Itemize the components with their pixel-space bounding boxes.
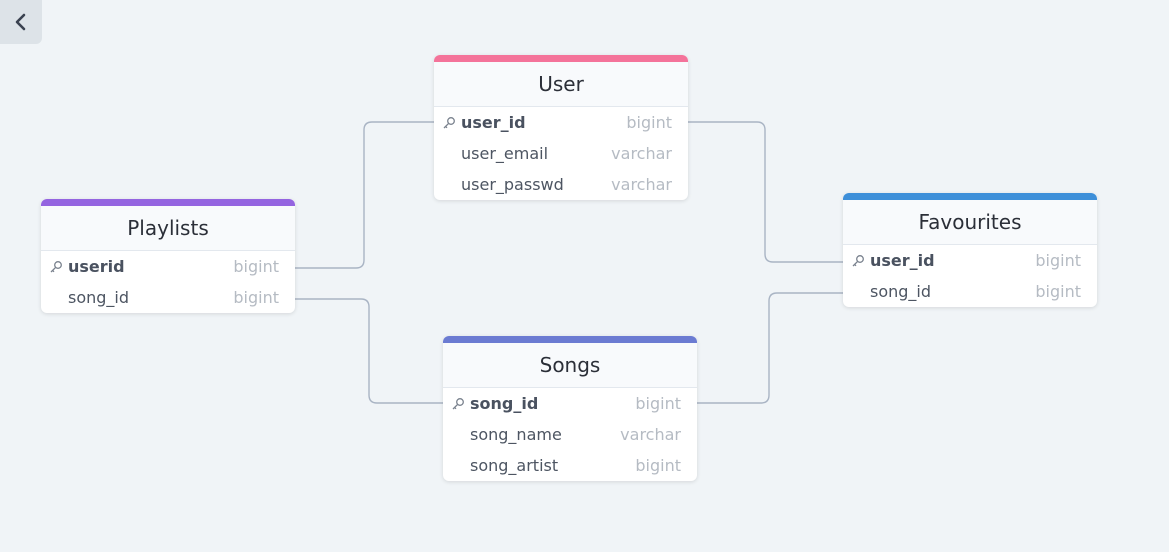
column-row-user_id[interactable]: user_id bigint: [434, 107, 688, 138]
column-type: bigint: [1035, 251, 1081, 270]
column-row-song_id[interactable]: song_id bigint: [843, 276, 1097, 307]
column-name: user_email: [461, 144, 549, 163]
table-color-bar: [434, 55, 688, 62]
key-icon: [443, 117, 455, 129]
column-row-song_name[interactable]: song_name varchar: [443, 419, 697, 450]
column-name: song_id: [470, 394, 539, 413]
table-color-bar: [41, 199, 295, 206]
column-name: user_passwd: [461, 175, 564, 194]
relation-playlists-song_id-songs-song_id[interactable]: [295, 298, 443, 404]
column-type: bigint: [233, 288, 279, 307]
key-icon: [50, 261, 62, 273]
key-icon: [852, 255, 864, 267]
column-row-song_id[interactable]: song_id bigint: [41, 282, 295, 313]
column-type: varchar: [611, 144, 672, 163]
column-type: bigint: [635, 456, 681, 475]
table-favourites[interactable]: Favourites user_id bigint song_id bigint: [843, 193, 1097, 307]
column-row-song_artist[interactable]: song_artist bigint: [443, 450, 697, 481]
table-color-bar: [443, 336, 697, 343]
column-type: bigint: [1035, 282, 1081, 301]
table-playlists[interactable]: Playlists userid bigint song_id bigint: [41, 199, 295, 313]
relation-user-user_id-favourites-user_id[interactable]: [687, 121, 843, 263]
column-type: bigint: [635, 394, 681, 413]
column-type: bigint: [626, 113, 672, 132]
column-row-userid[interactable]: userid bigint: [41, 251, 295, 282]
column-name: user_id: [870, 251, 935, 270]
column-name: userid: [68, 257, 125, 276]
table-songs[interactable]: Songs song_id bigint song_name varchar s…: [443, 336, 697, 481]
column-type: bigint: [233, 257, 279, 276]
table-title: Songs: [443, 343, 697, 388]
table-user[interactable]: User user_id bigint user_email varchar u…: [434, 55, 688, 200]
column-type: varchar: [620, 425, 681, 444]
relation-playlists-userid-user-user_id[interactable]: [295, 121, 434, 269]
table-color-bar: [843, 193, 1097, 200]
table-title: User: [434, 62, 688, 107]
column-row-song_id[interactable]: song_id bigint: [443, 388, 697, 419]
key-icon: [452, 398, 464, 410]
column-name: user_id: [461, 113, 526, 132]
column-type: varchar: [611, 175, 672, 194]
table-title: Playlists: [41, 206, 295, 251]
column-name: song_id: [870, 282, 932, 301]
column-row-user_id[interactable]: user_id bigint: [843, 245, 1097, 276]
relation-songs-song_id-favourites-song_id[interactable]: [696, 292, 843, 404]
column-name: song_id: [68, 288, 130, 307]
column-name: song_name: [470, 425, 562, 444]
column-row-user_email[interactable]: user_email varchar: [434, 138, 688, 169]
table-title: Favourites: [843, 200, 1097, 245]
column-row-user_passwd[interactable]: user_passwd varchar: [434, 169, 688, 200]
column-name: song_artist: [470, 456, 559, 475]
